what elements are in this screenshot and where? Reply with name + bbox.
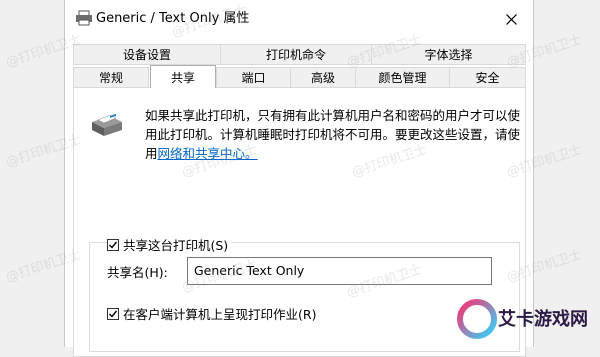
close-icon — [505, 13, 517, 25]
close-button[interactable] — [489, 0, 533, 38]
sharing-description: 如果共享此打印机，只有拥有此计算机用户名和密码的用户才可以使用此打印机。计算机睡… — [145, 106, 525, 163]
window-title: Generic / Text Only 属性 — [96, 11, 250, 26]
tab-advanced[interactable]: 高级 — [290, 67, 356, 88]
network-sharing-center-link[interactable]: 网络和共享中心。 — [158, 146, 258, 161]
render-jobs-option[interactable]: 在客户端计算机上呈现打印作业(R) — [107, 304, 316, 323]
tab-security[interactable]: 安全 — [449, 67, 526, 88]
tab-font-selection[interactable]: 字体选择 — [371, 44, 526, 65]
share-printer-option[interactable]: 共享这台打印机(S) — [107, 235, 232, 254]
printer-icon — [92, 113, 122, 136]
checkmark-icon — [109, 241, 118, 249]
tab-label: 常规 — [98, 71, 123, 85]
tab-general[interactable]: 常规 — [73, 67, 149, 88]
tab-sharing[interactable]: 共享 — [150, 65, 216, 88]
tab-device-settings[interactable]: 设备设置 — [73, 44, 221, 65]
tab-label: 端口 — [241, 71, 266, 85]
share-name-input[interactable]: Generic Text Only — [187, 257, 492, 285]
tab-label: 高级 — [310, 71, 335, 85]
tab-label: 共享 — [170, 70, 195, 85]
share-printer-label: 共享这台打印机(S) — [123, 238, 229, 253]
checkmark-icon — [109, 310, 118, 318]
tab-label: 打印机命令 — [265, 48, 326, 62]
site-logo: 艾卡游戏网 — [457, 299, 588, 339]
logo-text: 艾卡游戏网 — [498, 308, 588, 330]
tab-label: 安全 — [475, 71, 500, 85]
tab-color-management[interactable]: 颜色管理 — [355, 67, 450, 88]
printer-title-icon — [76, 10, 92, 26]
title-bar: Generic / Text Only 属性 — [65, 0, 533, 38]
render-jobs-label: 在客户端计算机上呈现打印作业(R) — [123, 307, 317, 322]
share-printer-checkbox[interactable] — [107, 238, 119, 251]
tab-label: 设备设置 — [122, 48, 171, 62]
tab-label: 颜色管理 — [378, 71, 427, 85]
render-jobs-checkbox[interactable] — [107, 307, 119, 320]
tab-ports[interactable]: 端口 — [216, 67, 291, 88]
tab-label: 字体选择 — [424, 48, 473, 62]
share-name-label: 共享名(H): — [107, 265, 168, 280]
tab-printer-commands[interactable]: 打印机命令 — [220, 44, 372, 65]
